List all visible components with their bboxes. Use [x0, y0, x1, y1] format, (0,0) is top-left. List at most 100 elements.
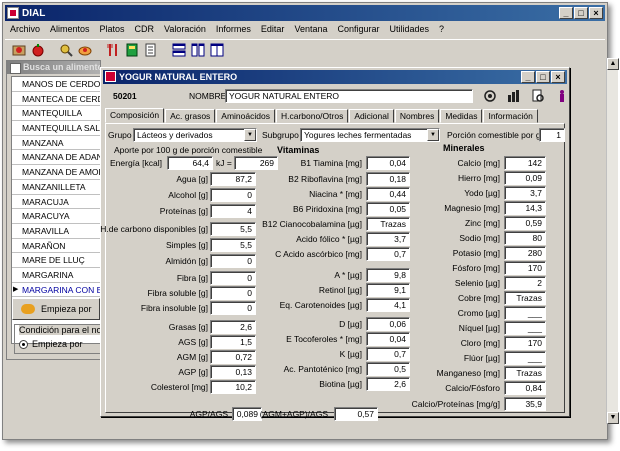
dialog-minimize-button[interactable]: _ [521, 71, 535, 83]
start-search-button[interactable]: Empieza por [12, 298, 100, 320]
list-item[interactable]: MANTEQUILLA SALA [12, 121, 101, 136]
menu-help[interactable]: ? [434, 24, 449, 34]
kj-input[interactable]: 269 [234, 156, 278, 170]
close-button[interactable]: × [589, 7, 603, 19]
search-window-title[interactable]: Busca un alimento [7, 61, 100, 74]
field-value[interactable]: 0,7 [366, 347, 410, 361]
menu-platos[interactable]: Platos [95, 24, 130, 34]
menu-cdr[interactable]: CDR [130, 24, 160, 34]
field-value[interactable]: 170 [504, 261, 546, 275]
grupo-select[interactable]: Lácteos y derivados ▼ [133, 128, 257, 142]
list-item[interactable]: MARACUYA [12, 209, 101, 224]
field-value[interactable]: 280 [504, 246, 546, 260]
dialog-close-button[interactable]: × [551, 71, 565, 83]
field-value[interactable]: 1,5 [210, 335, 256, 349]
document-icon[interactable] [143, 42, 159, 58]
new-food-icon[interactable] [11, 42, 27, 58]
field-value[interactable]: 0 [210, 188, 256, 202]
field-value[interactable]: 0 [210, 271, 256, 285]
field-value[interactable]: 3,7 [504, 186, 546, 200]
field-value[interactable]: 0 [210, 286, 256, 300]
tile-vertical-icon[interactable] [190, 42, 206, 58]
book-icon[interactable] [124, 42, 140, 58]
field-value[interactable]: ___ [504, 306, 546, 320]
list-item[interactable]: MANZANILLETA [12, 180, 101, 195]
field-value[interactable]: 0,089 [232, 407, 262, 421]
tab-nombres[interactable]: Nombres [394, 109, 440, 123]
list-item[interactable]: MANTECA DE CERDO [12, 92, 101, 107]
apple-icon[interactable] [30, 42, 46, 58]
dish-icon[interactable] [77, 42, 93, 58]
field-value[interactable]: 2,6 [210, 320, 256, 334]
tile-horizontal-icon[interactable] [171, 42, 187, 58]
print-preview-icon[interactable] [529, 88, 547, 104]
field-value[interactable]: 0,05 [366, 202, 410, 216]
maximize-button[interactable]: □ [574, 7, 588, 19]
scroll-down-icon[interactable]: ▼ [607, 412, 619, 424]
chevron-down-icon[interactable]: ▼ [427, 129, 439, 141]
tab-ac-grasos[interactable]: Ac. grasos [165, 109, 216, 123]
field-value[interactable]: 0,59 [504, 216, 546, 230]
dialog-maximize-button[interactable]: □ [536, 71, 550, 83]
tab-h-carbono-otros[interactable]: H.carbono/Otros [275, 109, 349, 123]
field-value[interactable]: 0,04 [366, 332, 410, 346]
tab-informaci-n[interactable]: Información [483, 109, 538, 123]
menu-configurar[interactable]: Configurar [332, 24, 384, 34]
field-value[interactable]: 9,1 [366, 283, 410, 297]
field-value[interactable]: 0,57 [334, 407, 378, 421]
person-icon[interactable] [553, 88, 571, 104]
field-value[interactable]: ___ [504, 321, 546, 335]
field-value[interactable]: 2 [504, 276, 546, 290]
scroll-up-icon[interactable]: ▲ [607, 58, 619, 70]
tab-adicional[interactable]: Adicional [349, 109, 394, 123]
field-value[interactable]: ___ [504, 351, 546, 365]
porcion-input[interactable]: 1 [539, 128, 565, 142]
list-item[interactable]: MARGARINA [12, 268, 101, 283]
field-value[interactable]: 10,2 [210, 380, 256, 394]
list-item[interactable]: MARE DE LLUÇ [12, 253, 101, 268]
menu-valoracion[interactable]: Valoración [159, 24, 211, 34]
field-value[interactable]: 14,3 [504, 201, 546, 215]
field-value[interactable]: Trazas [504, 366, 546, 380]
food-name-input[interactable]: YOGUR NATURAL ENTERO [225, 89, 473, 103]
field-value[interactable]: 0,09 [504, 171, 546, 185]
chart-icon[interactable] [505, 88, 523, 104]
window-icon[interactable] [209, 42, 225, 58]
list-item[interactable]: MANOS DE CERDO [12, 77, 101, 92]
menu-ventana[interactable]: Ventana [289, 24, 332, 34]
field-value[interactable]: 87,2 [210, 172, 256, 186]
field-value[interactable]: 35,9 [504, 397, 546, 411]
field-value[interactable]: 80 [504, 231, 546, 245]
calculator-icon[interactable] [481, 88, 499, 104]
list-item[interactable]: MANZANA DE ADAN [12, 150, 101, 166]
menu-informes[interactable]: Informes [211, 24, 256, 34]
field-value[interactable]: 4,1 [366, 298, 410, 312]
list-item[interactable]: MANZANA DE AMOF [12, 165, 101, 180]
field-value[interactable]: 5,5 [210, 238, 256, 252]
mdi-scrollbar[interactable]: ▲ ▼ [606, 58, 619, 424]
tab-composici-n[interactable]: Composición [105, 108, 165, 123]
field-value[interactable]: 0,44 [366, 187, 410, 201]
field-value[interactable]: 170 [504, 336, 546, 350]
field-value[interactable]: Trazas [504, 291, 546, 305]
field-value[interactable]: 0,06 [366, 317, 410, 331]
tab-amino-cidos[interactable]: Aminoácidos [216, 109, 275, 123]
radio-empieza-por[interactable] [19, 339, 28, 349]
field-value[interactable]: 9,8 [366, 268, 410, 282]
field-value[interactable]: 0 [210, 254, 256, 268]
minimize-button[interactable]: _ [559, 7, 573, 19]
field-value[interactable]: 5,5 [210, 222, 256, 236]
list-item[interactable]: MARAVILLA [12, 224, 101, 239]
list-item[interactable]: MARACUJA [12, 195, 101, 210]
menu-archivo[interactable]: Archivo [5, 24, 45, 34]
field-value[interactable]: Trazas [366, 217, 410, 231]
field-value[interactable]: 0,13 [210, 365, 256, 379]
list-item[interactable]: MARGARINA CON ES [12, 282, 101, 298]
field-value[interactable]: 4 [210, 204, 256, 218]
utensils-icon[interactable] [105, 42, 121, 58]
field-value[interactable]: 0,04 [366, 156, 410, 170]
field-value[interactable]: 0,72 [210, 350, 256, 364]
chevron-down-icon[interactable]: ▼ [244, 129, 256, 141]
field-value[interactable]: 0,5 [366, 362, 410, 376]
field-value[interactable]: 2,6 [366, 377, 410, 391]
